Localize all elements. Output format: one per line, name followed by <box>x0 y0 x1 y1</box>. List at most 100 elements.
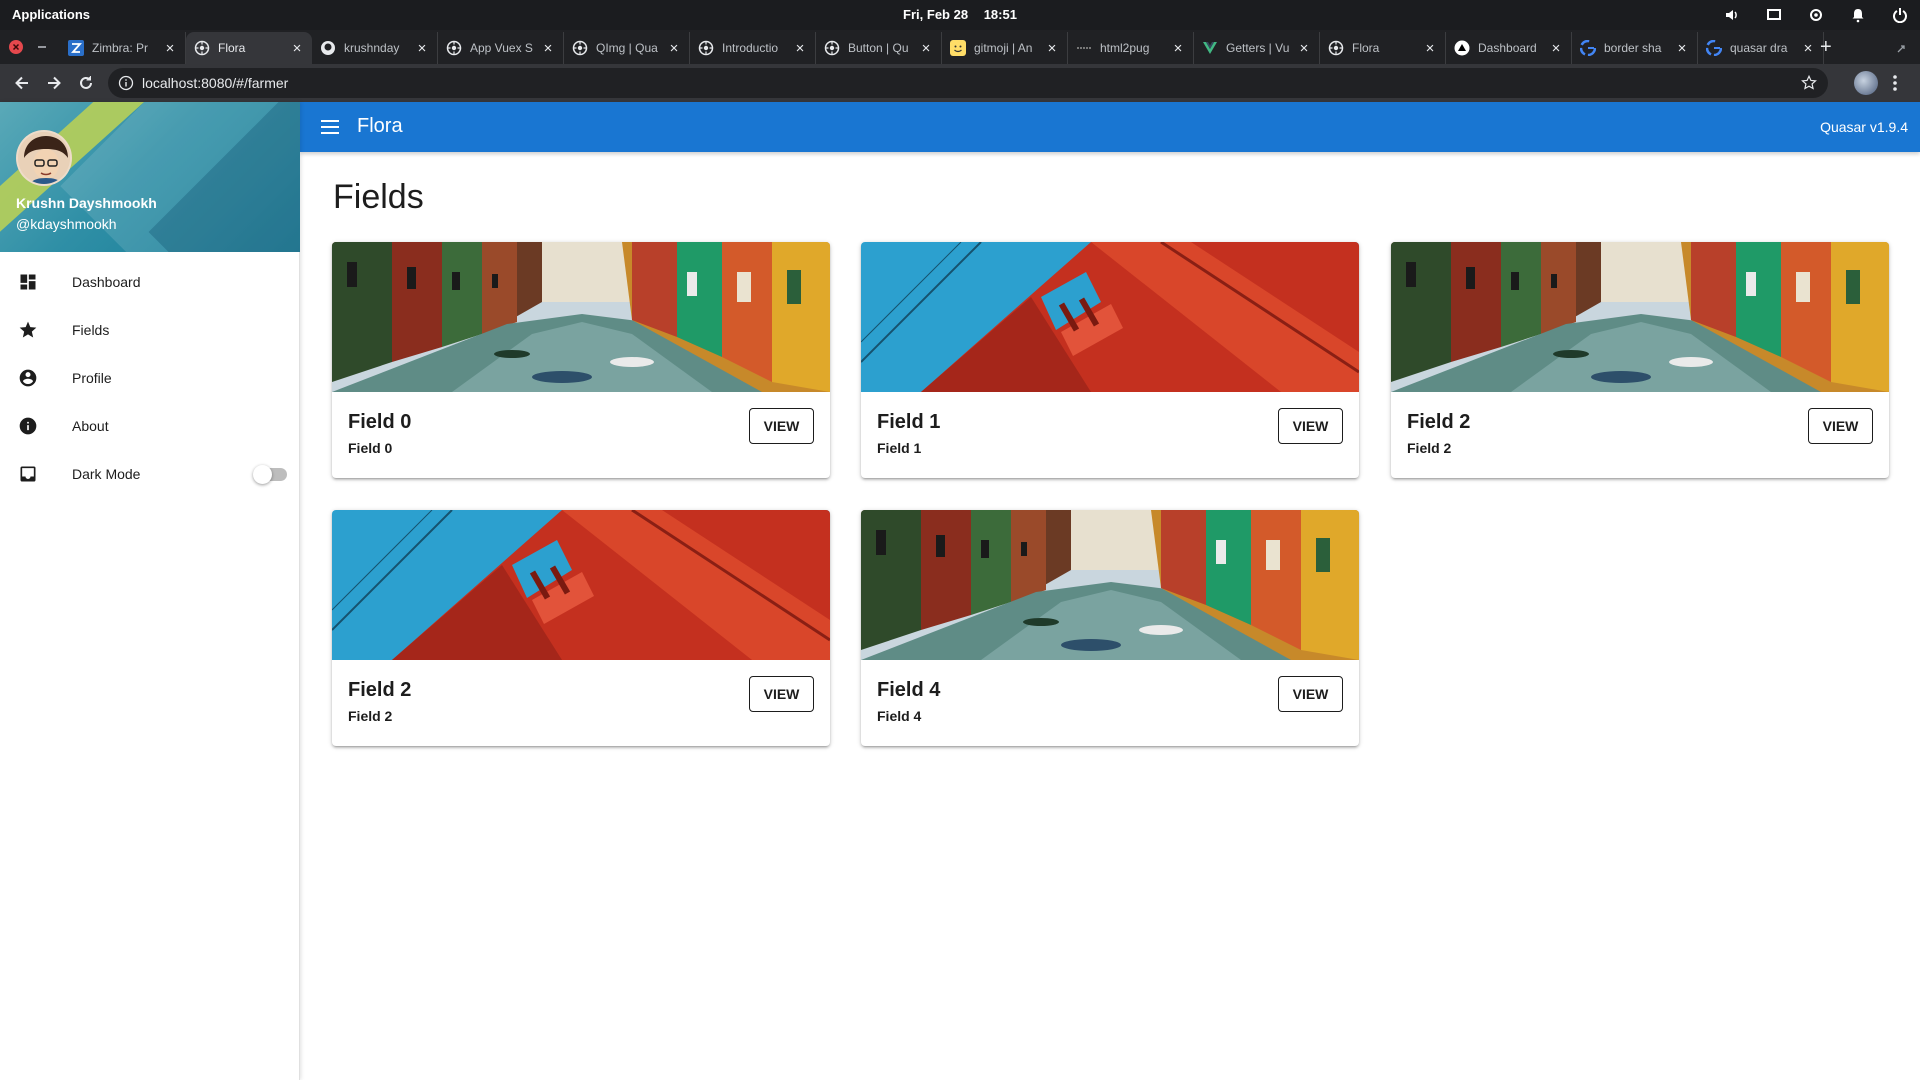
browser-tab[interactable]: html2pug × <box>1068 32 1194 64</box>
display-icon[interactable] <box>1764 5 1784 25</box>
new-tab-button[interactable]: + <box>1820 37 1832 57</box>
tab-close-icon[interactable]: × <box>1549 40 1563 57</box>
tab-close-icon[interactable]: × <box>1423 40 1437 57</box>
browser-tab[interactable]: QImg | Qua × <box>564 32 690 64</box>
tab-close-icon[interactable]: × <box>919 40 933 57</box>
window-close-icon[interactable] <box>8 39 24 55</box>
settings-icon[interactable] <box>1806 5 1826 25</box>
field-card: Field 4 Field 4 VIEW <box>861 510 1359 746</box>
tab-title: Flora <box>1352 41 1380 55</box>
google-icon <box>1580 40 1596 56</box>
browser-profile-avatar[interactable] <box>1854 71 1878 95</box>
tab-close-icon[interactable]: × <box>290 40 304 57</box>
tab-close-icon[interactable]: × <box>1171 40 1185 57</box>
url-text: localhost:8080/#/farmer <box>142 75 289 91</box>
reload-icon[interactable] <box>76 73 96 93</box>
bell-icon[interactable] <box>1848 5 1868 25</box>
menu-item-label: Fields <box>72 322 110 338</box>
card-subtitle: Field 2 <box>1407 440 1452 456</box>
browser-tab[interactable]: Button | Qu × <box>816 32 942 64</box>
browser-tab[interactable]: Zimbra: Pr × <box>60 32 186 64</box>
menu-icon[interactable] <box>318 115 342 139</box>
card-subtitle: Field 2 <box>348 708 393 724</box>
tab-title: App Vuex S <box>470 41 533 55</box>
window-minimize-icon[interactable] <box>34 39 50 55</box>
account-circle-icon <box>16 366 40 390</box>
bookmark-star-icon[interactable] <box>1800 74 1818 92</box>
system-date: Fri, Feb 28 <box>903 7 969 22</box>
gitmoji-icon <box>950 40 966 56</box>
tab-title: Getters | Vu <box>1226 41 1290 55</box>
vercel-icon <box>1454 40 1470 56</box>
view-button[interactable]: VIEW <box>1808 408 1873 444</box>
tab-list: Zimbra: Pr × Flora × krushnday × App Vuex S × QI… <box>60 32 1824 64</box>
browser-tab[interactable]: krushnday × <box>312 32 438 64</box>
browser-tab[interactable]: Dashboard × <box>1446 32 1572 64</box>
dark-mode-toggle[interactable] <box>253 465 289 484</box>
browser-tab[interactable]: quasar dra × <box>1698 32 1824 64</box>
system-tray <box>1722 5 1910 25</box>
tab-close-icon[interactable]: × <box>1045 40 1059 57</box>
html2pug-icon <box>1076 40 1092 56</box>
zimbra-icon <box>68 40 84 56</box>
drawer-menu: Dashboard Fields Profile About Dark Mode <box>0 258 299 498</box>
menu-item-dashboard[interactable]: Dashboard <box>0 258 299 306</box>
tab-close-icon[interactable]: × <box>1801 40 1815 57</box>
card-title: Field 0 <box>348 411 412 433</box>
system-clock[interactable]: Fri, Feb 28 18:51 <box>0 7 1920 22</box>
tab-title: QImg | Qua <box>596 41 658 55</box>
quasar-icon <box>698 40 714 56</box>
view-button[interactable]: VIEW <box>749 676 814 712</box>
browser-tab[interactable]: Introductio × <box>690 32 816 64</box>
card-subtitle: Field 0 <box>348 440 393 456</box>
site-info-icon[interactable] <box>118 75 134 91</box>
tab-title: quasar dra <box>1730 41 1788 55</box>
tab-close-icon[interactable]: × <box>541 40 555 57</box>
card-title: Field 4 <box>877 679 941 701</box>
tab-title: gitmoji | An <box>974 41 1033 55</box>
menu-item-fields[interactable]: Fields <box>0 306 299 354</box>
tab-search-icon[interactable] <box>1896 41 1906 53</box>
back-arrow-icon[interactable] <box>12 73 32 93</box>
volume-icon[interactable] <box>1722 5 1742 25</box>
menu-item-dark-mode[interactable]: Dark Mode <box>0 450 299 498</box>
browser-tab[interactable]: Getters | Vu × <box>1194 32 1320 64</box>
browser-tab[interactable]: Flora × <box>186 32 312 64</box>
view-button[interactable]: VIEW <box>749 408 814 444</box>
quasar-icon <box>446 40 462 56</box>
tab-close-icon[interactable]: × <box>1297 40 1311 57</box>
browser-tab[interactable]: gitmoji | An × <box>942 32 1068 64</box>
google-icon <box>1706 40 1722 56</box>
menu-item-about[interactable]: About <box>0 402 299 450</box>
app-title: Flora <box>357 115 403 137</box>
browser-menu-icon[interactable] <box>1892 74 1898 92</box>
card-image <box>861 242 1359 392</box>
menu-item-label: About <box>72 418 109 434</box>
card-title: Field 2 <box>1407 411 1471 433</box>
browser-tab[interactable]: border sha × <box>1572 32 1698 64</box>
browser-tab[interactable]: App Vuex S × <box>438 32 564 64</box>
page-content: Fields Field 0 Field 0 VIEW Field 1 Fiel… <box>300 152 1920 1080</box>
tab-close-icon[interactable]: × <box>793 40 807 57</box>
tab-close-icon[interactable]: × <box>415 40 429 57</box>
view-button[interactable]: VIEW <box>1278 408 1343 444</box>
framework-version: Quasar v1.9.4 <box>1820 119 1908 135</box>
view-button[interactable]: VIEW <box>1278 676 1343 712</box>
card-subtitle: Field 4 <box>877 708 922 724</box>
card-image <box>861 510 1359 660</box>
menu-item-profile[interactable]: Profile <box>0 354 299 402</box>
tab-close-icon[interactable]: × <box>667 40 681 57</box>
app-root: Krushn Dayshmookh @kdayshmookh Dashboard… <box>0 102 1920 1080</box>
card-title: Field 1 <box>877 411 941 433</box>
tab-title: krushnday <box>344 41 400 55</box>
quasar-icon <box>572 40 588 56</box>
star-icon <box>16 318 40 342</box>
power-icon[interactable] <box>1890 5 1910 25</box>
address-bar[interactable]: localhost:8080/#/farmer <box>108 68 1828 98</box>
tab-close-icon[interactable]: × <box>163 40 177 57</box>
browser-tab[interactable]: Flora × <box>1320 32 1446 64</box>
tab-close-icon[interactable]: × <box>1675 40 1689 57</box>
info-icon <box>16 414 40 438</box>
forward-arrow-icon[interactable] <box>44 73 64 93</box>
card-image <box>332 510 830 660</box>
